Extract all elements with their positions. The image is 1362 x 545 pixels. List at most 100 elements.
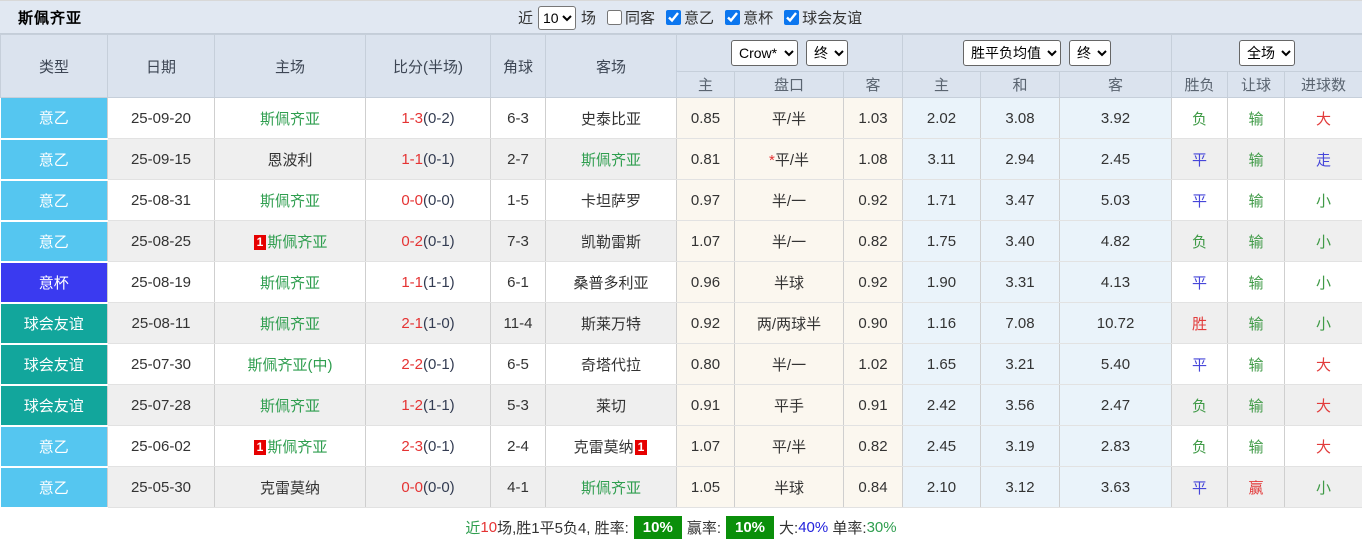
big-rate-label: 大:	[779, 517, 798, 538]
score-cell: 2-2(0-1)	[366, 344, 491, 385]
score-cell: 1-2(1-1)	[366, 385, 491, 426]
bookmaker-select[interactable]: Crow*	[731, 40, 798, 66]
result-cell: 平	[1172, 344, 1228, 385]
match-date: 25-07-30	[108, 344, 215, 385]
goals-result-cell: 大	[1285, 98, 1362, 139]
home-team-cell: 斯佩齐亚	[215, 385, 366, 426]
col-header-corner: 角球	[491, 35, 546, 98]
same-venue-label: 同客	[625, 7, 655, 28]
result-cell: 平	[1172, 139, 1228, 180]
filter-friendly-checkbox[interactable]	[784, 10, 799, 25]
match-row: 意乙25-09-20斯佩齐亚1-3(0-2)6-3史泰比亚0.85平/半1.03…	[1, 98, 1362, 139]
avg-home-odds: 1.16	[903, 303, 981, 344]
red-card-badge: 1	[254, 235, 267, 250]
avg-draw-odds: 3.31	[981, 262, 1060, 303]
avg-draw-odds: 7.08	[981, 303, 1060, 344]
subcol-avg-away: 客	[1060, 72, 1172, 98]
average-select[interactable]: 胜平负均值	[963, 40, 1061, 66]
match-row: 意乙25-06-021斯佩齐亚2-3(0-1)2-4克雷莫纳11.07平/半0.…	[1, 426, 1362, 467]
handicap-line: 半/一	[772, 234, 806, 251]
result-cell: 平	[1172, 180, 1228, 221]
avg-draw-odds: 3.19	[981, 426, 1060, 467]
away-team-name: 凯勒雷斯	[581, 234, 641, 251]
away-odds: 0.92	[844, 180, 903, 221]
single-rate-value: 30%	[867, 519, 897, 536]
away-team-cell: 斯莱万特	[546, 303, 677, 344]
match-date: 25-09-20	[108, 98, 215, 139]
away-odds: 0.92	[844, 262, 903, 303]
average-state-select[interactable]: 终	[1069, 40, 1111, 66]
subcol-goals: 进球数	[1285, 72, 1362, 98]
single-rate-label: 单率:	[832, 517, 866, 538]
home-team-name: 斯佩齐亚	[260, 193, 320, 210]
half-time-score: (0-1)	[423, 438, 455, 455]
subcol-odds-home: 主	[677, 72, 735, 98]
away-odds: 1.02	[844, 344, 903, 385]
full-time-score: 0-0	[401, 479, 423, 496]
win-rate-badge: 10%	[634, 516, 682, 539]
spread-result-cell: 输	[1228, 139, 1285, 180]
league-type-badge: 意乙	[1, 467, 108, 508]
match-date: 25-06-02	[108, 426, 215, 467]
avg-draw-odds: 3.47	[981, 180, 1060, 221]
home-team-cell: 克雷莫纳	[215, 467, 366, 508]
avg-draw-odds: 2.94	[981, 139, 1060, 180]
col-header-type: 类型	[1, 35, 108, 98]
same-venue-checkbox[interactable]	[607, 10, 622, 25]
home-team-name: 斯佩齐亚	[260, 316, 320, 333]
result-cell: 负	[1172, 98, 1228, 139]
half-time-score: (0-0)	[423, 192, 455, 209]
avg-away-odds: 10.72	[1060, 303, 1172, 344]
filter-serie-b-checkbox[interactable]	[666, 10, 681, 25]
bookmaker-state-select[interactable]: 终	[806, 40, 848, 66]
home-team-cell: 斯佩齐亚	[215, 303, 366, 344]
avg-away-odds: 2.83	[1060, 426, 1172, 467]
recent-count-select[interactable]: 10	[538, 6, 576, 30]
match-row: 意杯25-08-19斯佩齐亚1-1(1-1)6-1桑普多利亚0.96半球0.92…	[1, 262, 1362, 303]
goals-result-cell: 小	[1285, 467, 1362, 508]
score-cell: 0-2(0-1)	[366, 221, 491, 262]
handicap-line: 平/半	[772, 111, 806, 128]
filter-cup-checkbox[interactable]	[725, 10, 740, 25]
league-type-badge: 意乙	[1, 221, 108, 262]
handicap-cell: 半/一	[735, 180, 844, 221]
score-cell: 1-1(0-1)	[366, 139, 491, 180]
full-time-score: 1-1	[401, 274, 423, 291]
col-header-date: 日期	[108, 35, 215, 98]
match-date: 25-08-19	[108, 262, 215, 303]
scope-select[interactable]: 全场	[1239, 40, 1295, 66]
topbar: 斯佩齐亚 近 10 场 同客 意乙 意杯 球会友谊	[0, 1, 1362, 34]
summary-bar: 近10场,胜1平5负4, 胜率: 10% 赢率: 10% 大:40% 单率:30…	[0, 509, 1362, 545]
home-team-cell: 恩波利	[215, 139, 366, 180]
full-time-score: 1-2	[401, 397, 423, 414]
league-type-badge: 球会友谊	[1, 385, 108, 426]
home-odds: 0.96	[677, 262, 735, 303]
away-team-name: 桑普多利亚	[573, 275, 648, 292]
avg-away-odds: 4.82	[1060, 221, 1172, 262]
avg-home-odds: 2.45	[903, 426, 981, 467]
away-team-name: 斯莱万特	[581, 316, 641, 333]
home-team-name: 斯佩齐亚	[267, 439, 327, 456]
handicap-cell: 两/两球半	[735, 303, 844, 344]
half-time-score: (0-1)	[423, 151, 455, 168]
match-table-body: 意乙25-09-20斯佩齐亚1-3(0-2)6-3史泰比亚0.85平/半1.03…	[1, 98, 1362, 508]
home-odds: 0.85	[677, 98, 735, 139]
away-odds: 0.91	[844, 385, 903, 426]
avg-home-odds: 3.11	[903, 139, 981, 180]
home-team-cell: 斯佩齐亚	[215, 98, 366, 139]
full-time-score: 2-3	[401, 438, 423, 455]
corner-count: 6-5	[491, 344, 546, 385]
corner-count: 5-3	[491, 385, 546, 426]
half-time-score: (1-1)	[423, 397, 455, 414]
avg-away-odds: 3.63	[1060, 467, 1172, 508]
handicap-line: 平手	[774, 398, 804, 415]
score-cell: 0-0(0-0)	[366, 467, 491, 508]
avg-draw-odds: 3.12	[981, 467, 1060, 508]
away-odds: 0.90	[844, 303, 903, 344]
goals-result-cell: 小	[1285, 303, 1362, 344]
away-team-cell: 莱切	[546, 385, 677, 426]
home-team-cell: 斯佩齐亚	[215, 180, 366, 221]
games-label: 场	[581, 7, 596, 28]
away-odds: 0.84	[844, 467, 903, 508]
away-team-cell: 凯勒雷斯	[546, 221, 677, 262]
